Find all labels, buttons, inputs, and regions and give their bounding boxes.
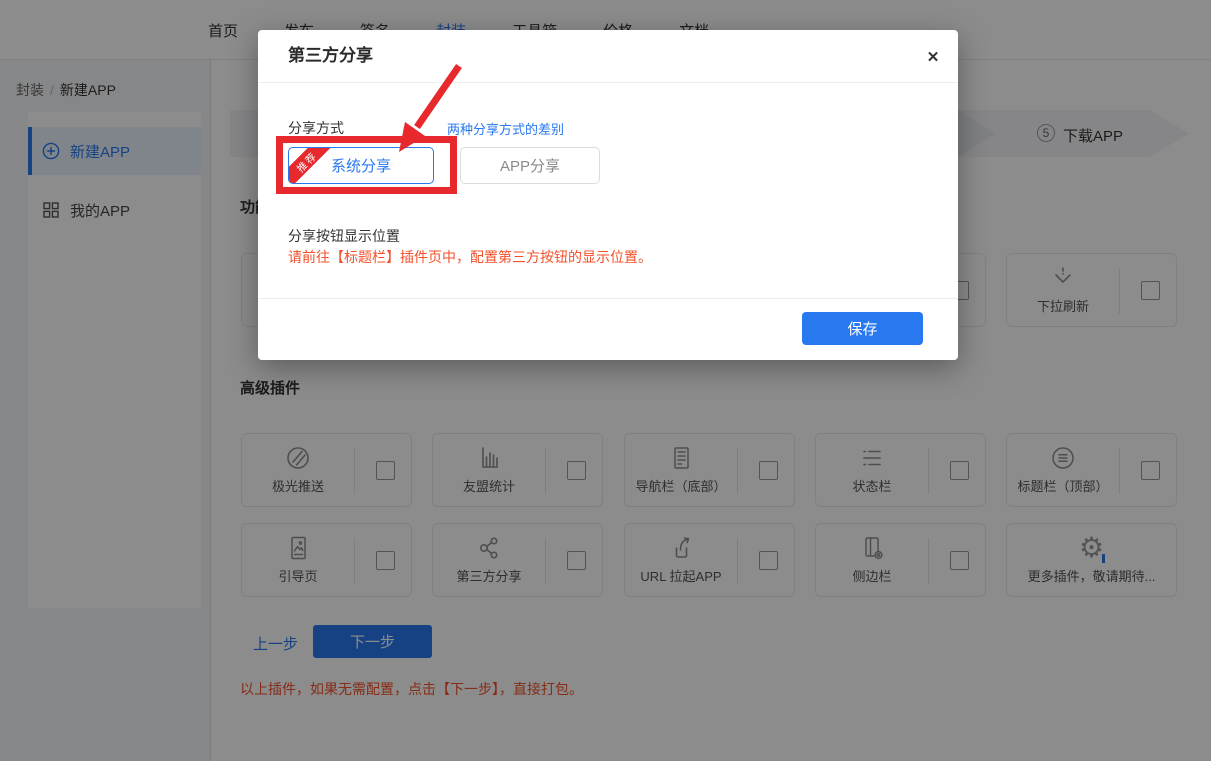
save-button[interactable]: 保存 <box>802 312 923 345</box>
third-party-share-modal: 第三方分享 ✕ 分享方式 两种分享方式的差别 推荐 系统分享 APP分享 分享按… <box>258 30 958 360</box>
option-label: 系统分享 <box>331 155 391 176</box>
close-icon[interactable]: ✕ <box>922 46 944 68</box>
modal-header-divider <box>258 82 958 83</box>
share-button-position-label: 分享按钮显示位置 <box>288 226 400 246</box>
share-method-label: 分享方式 <box>288 118 344 138</box>
modal-footer-divider <box>258 298 958 299</box>
app-window: 首页 发布 签名 封装 工具箱 价格 文档 封装/新建APP 新建APP <box>0 0 1211 761</box>
option-label: APP分享 <box>500 155 560 176</box>
share-method-diff-link[interactable]: 两种分享方式的差别 <box>447 119 564 138</box>
app-share-option[interactable]: APP分享 <box>460 147 600 184</box>
system-share-option[interactable]: 推荐 系统分享 <box>288 147 434 184</box>
share-button-position-note: 请前往【标题栏】插件页中，配置第三方按钮的显示位置。 <box>288 247 652 267</box>
modal-title: 第三方分享 <box>288 30 373 82</box>
